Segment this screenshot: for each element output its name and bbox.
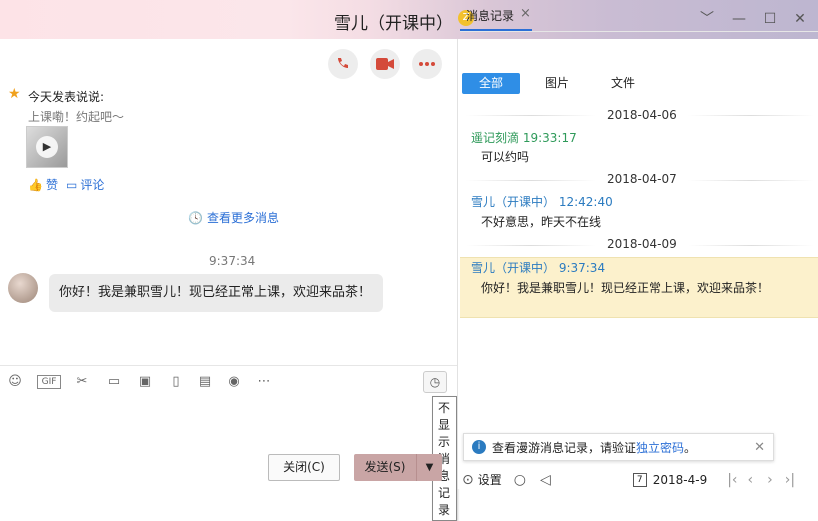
avatar[interactable] xyxy=(8,273,38,303)
roaming-notice: i 查看漫游消息记录，请验证独立密码。 ✕ xyxy=(463,433,774,461)
settings-label[interactable]: 设置 xyxy=(478,471,502,488)
info-icon: i xyxy=(472,440,486,454)
like-button[interactable]: 👍 赞 xyxy=(28,176,58,193)
emoji-icon[interactable]: ☺ xyxy=(6,373,24,391)
history-message: 可以约吗 xyxy=(481,150,530,164)
close-button[interactable]: ✕ xyxy=(791,10,809,28)
date-separator: 2018-04-07 xyxy=(607,172,677,186)
voice-call-button[interactable] xyxy=(328,49,358,79)
history-message: 你好！我是兼职雪儿！现已经正常上课，欢迎来品茶！ xyxy=(481,281,770,295)
notice-suffix: 。 xyxy=(684,440,697,455)
close-chat-button[interactable]: 关闭(C) xyxy=(268,454,340,481)
filter-all[interactable]: 全部 xyxy=(462,73,520,94)
close-tab-icon[interactable]: × xyxy=(520,6,531,21)
message-sender: 遥记刻滴 19:33:17 xyxy=(471,131,577,145)
divider xyxy=(0,365,457,366)
date-separator: 2018-04-09 xyxy=(607,237,677,251)
date-rule xyxy=(688,115,814,116)
date-separator: 2018-04-06 xyxy=(607,108,677,122)
maximize-button[interactable]: ☐ xyxy=(761,10,779,28)
send-button[interactable]: 发送(S) ▼ xyxy=(354,454,442,481)
music-icon[interactable]: ◉ xyxy=(225,373,243,391)
dropdown-icon[interactable]: ﹀ xyxy=(698,10,716,28)
send-options-chevron-icon[interactable]: ▼ xyxy=(416,454,442,481)
star-icon: ★ xyxy=(8,86,21,102)
like-label: 赞 xyxy=(45,178,58,192)
chat-panel: ★ 今天发表说说: 上课嘞！约起吧～ ▶ 👍 赞 ▭ 评论 🕓 查看更多消息 9:37… xyxy=(0,39,457,521)
ellipsis-icon xyxy=(419,62,435,66)
calendar-icon[interactable]: 7 xyxy=(632,472,647,487)
more-tools-icon[interactable]: ⋯ xyxy=(255,373,273,391)
feed-title: 今天发表说说: xyxy=(28,90,105,104)
date-rule xyxy=(688,245,814,246)
window-title: 雪儿（开课中） xyxy=(334,14,453,34)
date-value[interactable]: 2018-4-9 xyxy=(653,473,707,487)
search-icon[interactable]: ○ xyxy=(514,472,526,488)
view-more-label: 查看更多消息 xyxy=(206,211,279,225)
date-rule xyxy=(688,180,814,181)
date-rule xyxy=(466,245,596,246)
first-page-icon[interactable]: |‹ xyxy=(727,472,737,488)
image-icon[interactable]: ▣ xyxy=(136,373,154,391)
close-notice-icon[interactable]: ✕ xyxy=(754,440,765,455)
speaker-icon[interactable]: ◁ xyxy=(540,472,551,488)
next-page-icon[interactable]: › xyxy=(767,472,773,488)
message-sender: 雪儿（开课中） 9:37:34 xyxy=(471,261,606,275)
scissors-icon[interactable]: ✂ xyxy=(73,373,91,391)
message-history-button[interactable]: ◷ xyxy=(423,371,447,393)
message-timestamp: 9:37:34 xyxy=(209,254,256,268)
phone-icon xyxy=(338,58,348,68)
settings-icon[interactable]: ⊙ xyxy=(462,472,474,488)
comment-label: 评论 xyxy=(80,178,105,192)
tab-divider xyxy=(460,31,818,32)
more-options-button[interactable] xyxy=(412,49,442,79)
red-packet-icon[interactable]: ▤ xyxy=(196,373,214,391)
last-page-icon[interactable]: ›| xyxy=(785,472,795,488)
gif-icon[interactable]: GIF xyxy=(37,375,61,389)
date-rule xyxy=(466,115,596,116)
filter-files[interactable]: 文件 xyxy=(598,73,648,94)
tab-history[interactable]: 消息记录 xyxy=(466,7,514,24)
filter-images[interactable]: 图片 xyxy=(532,73,582,94)
notice-text: 查看漫游消息记录，请验证 xyxy=(492,440,637,455)
thumbs-up-icon: 👍 xyxy=(28,177,43,192)
message-sender: 雪儿（开课中） 12:42:40 xyxy=(471,195,613,209)
video-call-button[interactable] xyxy=(370,49,400,79)
send-label: 发送(S) xyxy=(364,460,406,474)
video-thumbnail[interactable]: ▶ xyxy=(26,126,68,168)
video-icon xyxy=(376,58,394,70)
view-more-link[interactable]: 🕓 查看更多消息 xyxy=(188,209,279,226)
feed-subtitle: 上课嘞！约起吧～ xyxy=(28,110,125,124)
history-clock-icon: ◷ xyxy=(429,375,441,389)
date-rule xyxy=(466,180,596,181)
shake-icon[interactable]: ▯ xyxy=(167,373,185,391)
clock-icon: 🕓 xyxy=(188,210,203,225)
comment-button[interactable]: ▭ 评论 xyxy=(66,176,104,193)
minimize-button[interactable]: — xyxy=(730,10,748,28)
comment-icon: ▭ xyxy=(66,177,78,192)
play-icon: ▶ xyxy=(36,136,58,158)
prev-page-icon[interactable]: ‹ xyxy=(748,472,754,488)
password-link[interactable]: 独立密码 xyxy=(636,441,684,455)
folder-icon[interactable]: ▭ xyxy=(105,373,123,391)
history-message: 不好意思，昨天不在线 xyxy=(481,215,602,229)
message-bubble: 你好！我是兼职雪儿！现已经正常上课，欢迎来品茶！ xyxy=(49,274,383,312)
history-footer: ⊙ 设置 ○ ◁ 7 2018-4-9 |‹ ‹ › ›| xyxy=(460,470,818,489)
title-bar: 雪儿（开课中） Z ﹀ — ☐ ✕ xyxy=(0,0,818,39)
